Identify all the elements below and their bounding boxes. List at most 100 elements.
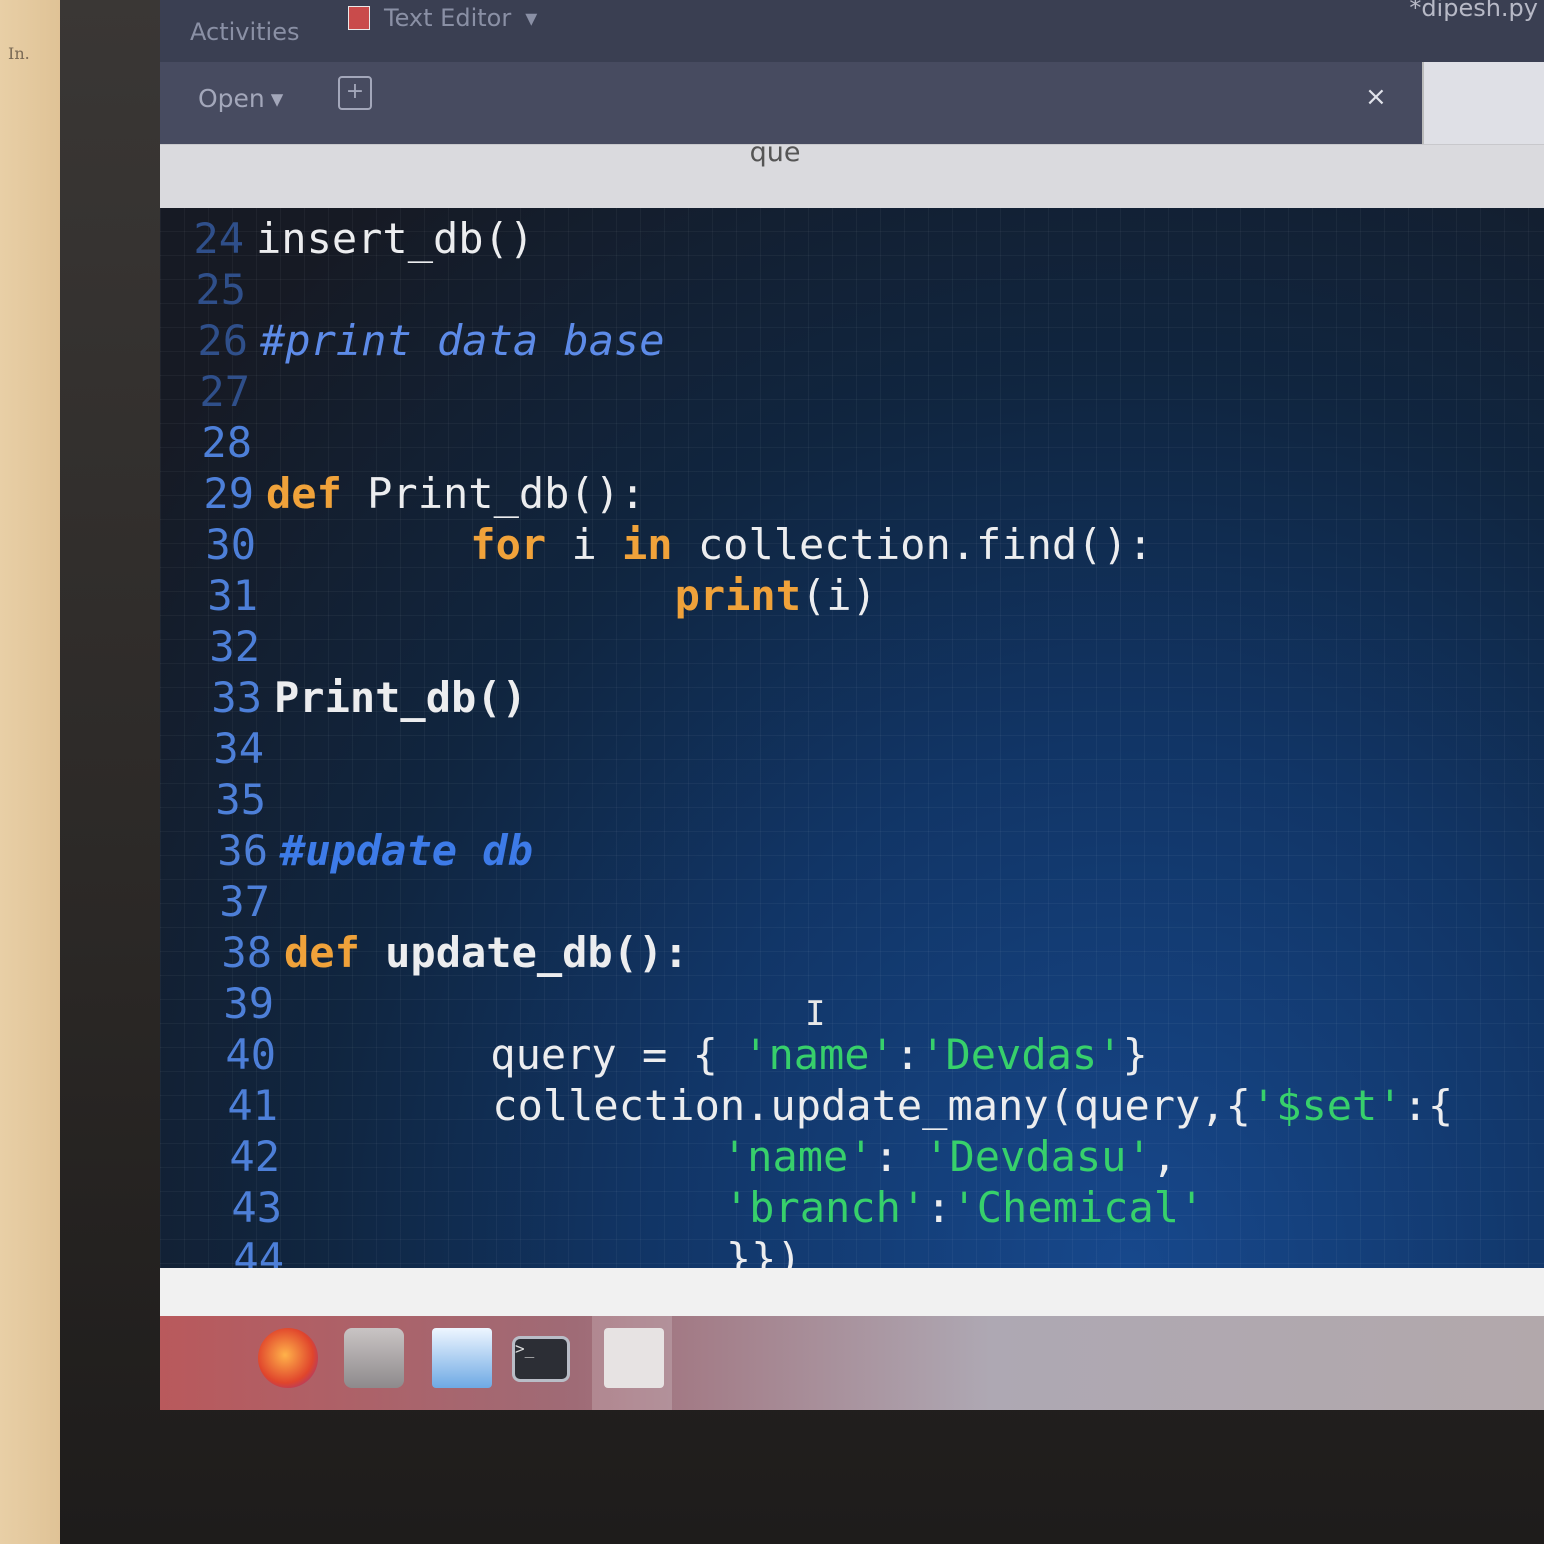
code-token: #update db bbox=[280, 825, 533, 875]
code-token: 'Devdasu' bbox=[924, 1131, 1152, 1181]
chevron-down-icon: ▾ bbox=[525, 4, 538, 32]
header-bar: Open ▾ + × bbox=[160, 62, 1544, 144]
line-number: 28 bbox=[201, 417, 252, 467]
code-text: query = { 'name':'Devdas'} bbox=[288, 1029, 1148, 1079]
line-number: 38 bbox=[221, 927, 272, 977]
code-line[interactable]: 34 bbox=[180, 722, 276, 774]
wall-note: In. bbox=[8, 44, 30, 63]
screen: Activities Text Editor ▾ *dipesh.py Open… bbox=[160, 0, 1544, 1410]
code-line[interactable]: 39 bbox=[190, 977, 286, 1029]
code-text: #print data base bbox=[260, 316, 665, 365]
line-number: 31 bbox=[207, 570, 258, 620]
dock: >_ bbox=[160, 1316, 1544, 1410]
firefox-icon[interactable] bbox=[258, 1328, 318, 1388]
text-editor-icon[interactable] bbox=[604, 1328, 664, 1388]
files-icon[interactable] bbox=[344, 1328, 404, 1388]
code-text: def Print_db(): bbox=[266, 469, 645, 518]
code-line[interactable]: 37 bbox=[186, 875, 282, 927]
code-token: 'name' bbox=[743, 1029, 895, 1079]
code-text: def update_db(): bbox=[284, 928, 689, 977]
code-line[interactable]: 41 collection.update_many(query,{'$set':… bbox=[194, 1079, 1453, 1131]
code-token: :{ bbox=[1402, 1080, 1454, 1130]
line-number: 41 bbox=[227, 1080, 278, 1130]
code-line[interactable]: 27 bbox=[166, 365, 262, 417]
code-text: Print_db() bbox=[274, 673, 527, 722]
tab-bar: que bbox=[160, 137, 1544, 209]
code-token: def bbox=[284, 927, 360, 977]
terminal-prompt-glyph: >_ bbox=[515, 1339, 535, 1358]
code-line[interactable]: 30 for i in collection.find(): bbox=[172, 518, 1153, 570]
code-text: for i in collection.find(): bbox=[268, 520, 1153, 569]
line-number: 35 bbox=[215, 774, 266, 824]
code-token: print bbox=[674, 570, 802, 620]
terminal-icon[interactable]: >_ bbox=[512, 1336, 570, 1382]
code-line[interactable]: 24 insert_db() bbox=[160, 212, 534, 264]
code-line[interactable]: 33 Print_db() bbox=[178, 671, 527, 723]
code-line[interactable]: 28 bbox=[168, 416, 264, 468]
code-token: 'Chemical' bbox=[951, 1182, 1205, 1232]
app-name: Text Editor bbox=[384, 4, 512, 32]
code-text: 'name': 'Devdasu', bbox=[292, 1132, 1177, 1181]
code-line[interactable]: 36 #update db bbox=[184, 824, 533, 876]
code-editor[interactable]: I 24 insert_db() 25 26 #print data base 27 28 2… bbox=[160, 208, 1544, 1283]
new-document-icon[interactable]: + bbox=[338, 76, 372, 110]
tab-title[interactable]: que bbox=[160, 137, 1390, 168]
line-number: 25 bbox=[195, 264, 246, 314]
code-token: } bbox=[1122, 1029, 1148, 1079]
line-number: 29 bbox=[203, 468, 254, 518]
code-line[interactable]: 31 print(i) bbox=[174, 569, 877, 621]
line-number: 37 bbox=[219, 876, 270, 926]
code-text: collection.update_many(query,{'$set':{ bbox=[290, 1081, 1453, 1130]
code-token: insert_db() bbox=[256, 213, 535, 263]
status-bar bbox=[160, 1268, 1544, 1316]
code-text: 'branch':'Chemical' bbox=[294, 1183, 1204, 1232]
code-token: 'branch' bbox=[723, 1182, 927, 1232]
code-text: #update db bbox=[280, 826, 533, 875]
close-tab-button[interactable]: × bbox=[1365, 82, 1387, 112]
code-line[interactable]: 29 def Print_db(): bbox=[170, 467, 645, 519]
code-token: update_db(): bbox=[359, 927, 689, 977]
line-number: 40 bbox=[225, 1029, 276, 1079]
code-token: : bbox=[873, 1131, 925, 1181]
top-bar: Activities Text Editor ▾ *dipesh.py bbox=[160, 0, 1544, 62]
code-token: (i) bbox=[801, 570, 877, 620]
code-line[interactable]: 38 def update_db(): bbox=[188, 926, 689, 978]
code-text: insert_db() bbox=[256, 214, 534, 263]
code-token: for bbox=[470, 519, 547, 569]
code-line[interactable]: 26 #print data base bbox=[164, 314, 665, 366]
code-line[interactable]: 35 bbox=[182, 773, 278, 825]
line-number: 42 bbox=[229, 1131, 280, 1181]
side-panel bbox=[1422, 62, 1544, 144]
open-label: Open bbox=[198, 84, 265, 113]
code-token: , bbox=[1151, 1131, 1178, 1181]
code-token: collection.update_many(query,{ bbox=[290, 1080, 1251, 1130]
code-line[interactable]: 40 query = { 'name':'Devdas'} bbox=[192, 1028, 1148, 1080]
code-token: collection.find(): bbox=[672, 519, 1154, 569]
text-editor-icon bbox=[348, 6, 370, 30]
line-number: 30 bbox=[205, 519, 256, 569]
line-number: 32 bbox=[209, 621, 260, 671]
code-token: : bbox=[926, 1182, 952, 1232]
chevron-down-icon: ▾ bbox=[270, 84, 284, 113]
code-line[interactable]: 42 'name': 'Devdasu', bbox=[196, 1130, 1177, 1182]
line-number: 26 bbox=[197, 315, 248, 365]
code-token: 'Devdas' bbox=[920, 1029, 1123, 1079]
code-line[interactable]: 32 bbox=[176, 620, 272, 672]
code-line[interactable]: 25 bbox=[162, 263, 258, 315]
code-token: Print_db(): bbox=[341, 468, 646, 518]
app-menu[interactable]: Text Editor ▾ bbox=[348, 4, 537, 32]
code-text: print(i) bbox=[270, 571, 877, 620]
code-token: '$set' bbox=[1250, 1080, 1403, 1130]
line-number: 34 bbox=[213, 723, 264, 773]
activities-button[interactable]: Activities bbox=[190, 18, 300, 46]
window-title: *dipesh.py bbox=[1409, 0, 1538, 22]
line-number: 43 bbox=[231, 1182, 282, 1232]
open-button[interactable]: Open ▾ bbox=[198, 84, 283, 113]
code-token: 'name' bbox=[721, 1131, 874, 1181]
code-line[interactable]: 43 'branch':'Chemical' bbox=[198, 1181, 1204, 1233]
writer-icon[interactable] bbox=[432, 1328, 492, 1388]
